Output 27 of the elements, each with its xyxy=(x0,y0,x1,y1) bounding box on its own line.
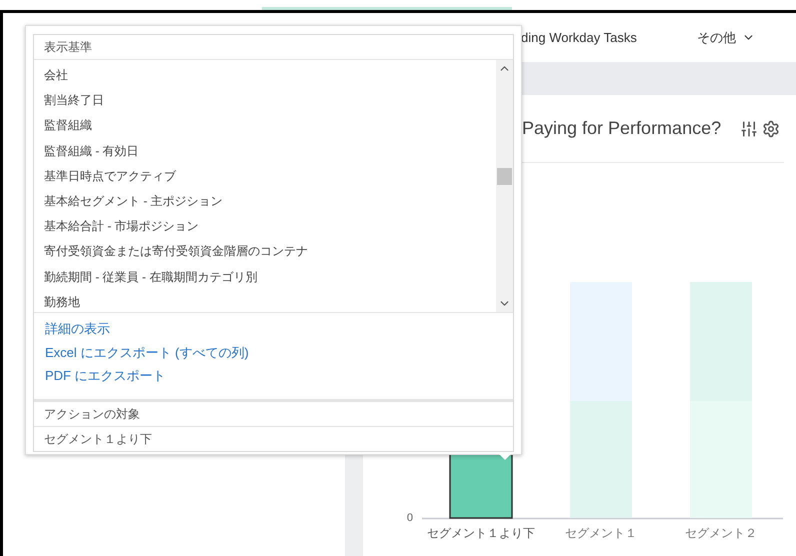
target-value: セグメント１より下 xyxy=(43,430,153,448)
section-label: アクションの対象 xyxy=(34,402,513,427)
axis-tick-label: 0 xyxy=(406,512,414,524)
scrollbar[interactable] xyxy=(496,60,513,312)
list-item[interactable]: 監督組織 - 有効日 xyxy=(34,138,496,164)
settings-icon[interactable] xyxy=(762,120,780,138)
scrollbar-thumb[interactable] xyxy=(497,168,512,185)
action-link[interactable]: 詳細の表示 xyxy=(45,319,110,338)
action-link[interactable]: PDF にエクスポート xyxy=(45,366,166,386)
action-link[interactable]: Excel にエクスポート (すべての列) xyxy=(45,342,249,362)
list-item[interactable]: 基準日時点でアクティブ xyxy=(34,164,496,189)
list-item[interactable]: 監督組織 xyxy=(34,113,496,139)
list-item[interactable]: 基本給セグメント - 主ポジション xyxy=(34,188,496,214)
category-label: セグメント１ xyxy=(564,525,638,542)
list-item[interactable]: 基本給合計 - 市場ポジション xyxy=(34,214,496,240)
list-header: 表示基準 xyxy=(34,35,513,60)
list-item[interactable]: 寄付受領資金または寄付受領資金階層のコンテナ xyxy=(34,239,496,264)
category-label: セグメント２ xyxy=(684,525,758,542)
list-item[interactable]: 勤務地 xyxy=(34,290,496,312)
list-item[interactable]: 勤続期間 - 従業員 - 在職期間カテゴリ別 xyxy=(34,264,496,290)
card-title: Paying for Performance? xyxy=(522,118,722,139)
list-item[interactable]: 会社 xyxy=(34,63,496,88)
more-menu-button[interactable]: その他 xyxy=(696,28,755,46)
sliders-icon[interactable] xyxy=(740,120,758,138)
category-label: セグメント１より下 xyxy=(426,525,536,542)
nav-tab[interactable]: ding Workday Tasks xyxy=(521,30,637,45)
list-item[interactable]: 割当終了日 xyxy=(34,88,496,114)
